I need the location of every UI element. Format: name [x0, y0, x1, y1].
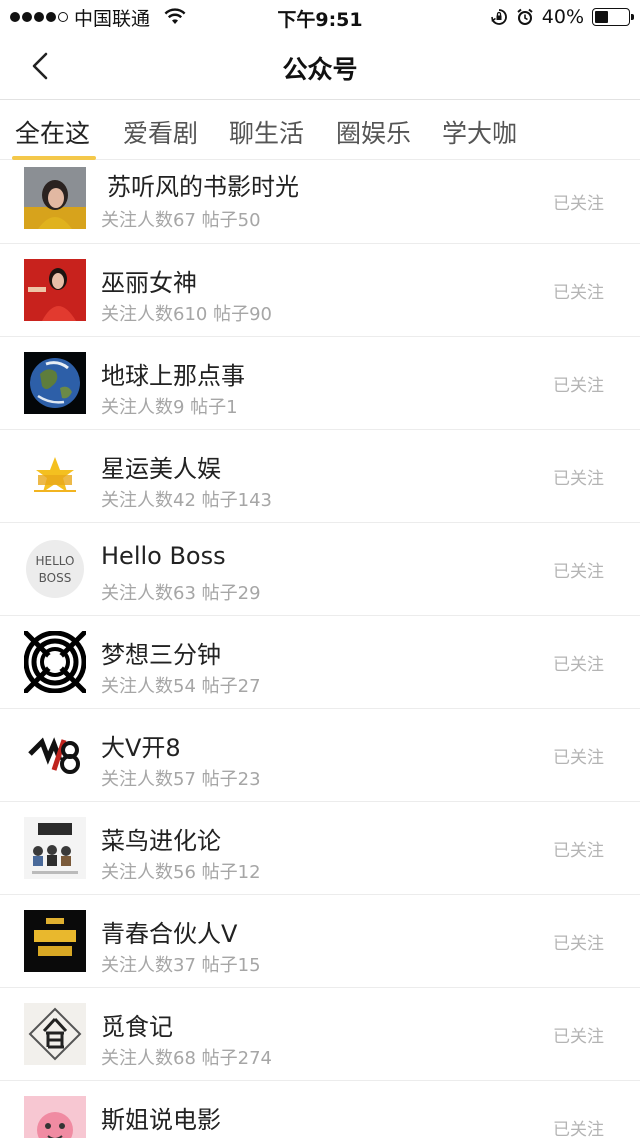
account-stats: 关注人数42 帖子143 [101, 490, 272, 511]
account-name: 菜鸟进化论 [101, 827, 221, 855]
list-item[interactable]: 星运美人娱 关注人数42 帖子143 已关注 [0, 430, 640, 523]
list-item[interactable]: 大V开8 关注人数57 帖子23 已关注 [0, 709, 640, 802]
follow-status-button[interactable]: 已关注 [553, 464, 604, 489]
orientation-lock-icon [490, 9, 507, 25]
list-item[interactable]: 巫丽女神 关注人数610 帖子90 已关注 [0, 244, 640, 337]
account-name: 大V开8 [101, 734, 181, 762]
avatar [24, 817, 86, 879]
account-stats: 关注人数37 帖子15 [101, 955, 261, 976]
avatar-text-line2: BOSS [39, 571, 72, 585]
account-stats: 关注人数67 帖子50 [101, 210, 261, 231]
list-item[interactable]: HELLO BOSS Hello Boss 关注人数63 帖子29 已关注 [0, 523, 640, 616]
account-list: 苏听风的书影时光 关注人数67 帖子50 已关注 巫丽女神 关注人数610 帖子… [0, 161, 640, 1138]
account-stats: 关注人数54 帖子27 [101, 676, 261, 697]
follow-status-button[interactable]: 已关注 [553, 650, 604, 675]
list-item[interactable]: 菜鸟进化论 关注人数56 帖子12 已关注 [0, 802, 640, 895]
list-item[interactable]: 斯姐说电影 已关注 [0, 1081, 640, 1138]
avatar [24, 1003, 86, 1065]
follow-status-button[interactable]: 已关注 [553, 557, 604, 582]
follow-status-button[interactable]: 已关注 [553, 189, 604, 214]
account-name: 地球上那点事 [101, 362, 245, 390]
avatar [24, 1096, 86, 1138]
account-stats: 关注人数68 帖子274 [101, 1048, 272, 1069]
avatar: HELLO BOSS [24, 538, 86, 600]
follow-status-button[interactable]: 已关注 [553, 929, 604, 954]
follow-status-button[interactable]: 已关注 [553, 1115, 604, 1138]
account-name: 苏听风的书影时光 [107, 173, 299, 201]
account-name: 星运美人娱 [101, 455, 221, 483]
account-stats: 关注人数56 帖子12 [101, 862, 261, 883]
tab-all[interactable]: 全在这 [15, 114, 90, 150]
avatar [24, 445, 86, 507]
battery-percent: 40% [541, 6, 584, 28]
tab-drama[interactable]: 爱看剧 [123, 114, 198, 150]
list-item[interactable]: 青春合伙人V 关注人数37 帖子15 已关注 [0, 895, 640, 988]
account-stats: 关注人数63 帖子29 [101, 583, 261, 604]
account-name: 巫丽女神 [101, 269, 197, 297]
list-item[interactable]: 梦想三分钟 关注人数54 帖子27 已关注 [0, 616, 640, 709]
list-item[interactable]: 地球上那点事 关注人数9 帖子1 已关注 [0, 337, 640, 430]
battery-icon [592, 8, 634, 26]
list-item[interactable]: 苏听风的书影时光 关注人数67 帖子50 已关注 [0, 161, 640, 244]
tab-expert[interactable]: 学大咖 [442, 114, 517, 150]
follow-status-button[interactable]: 已关注 [553, 371, 604, 396]
account-name: 梦想三分钟 [101, 641, 221, 669]
tab-life[interactable]: 聊生活 [229, 114, 304, 150]
account-name: 觅食记 [101, 1013, 173, 1041]
category-tabs: 全在这 爱看剧 聊生活 圈娱乐 学大咖 [0, 100, 640, 160]
status-right: 40% [490, 6, 634, 28]
follow-status-button[interactable]: 已关注 [553, 1022, 604, 1047]
page-title: 公众号 [282, 55, 358, 84]
account-stats: 关注人数9 帖子1 [101, 397, 238, 418]
list-item[interactable]: 觅食记 关注人数68 帖子274 已关注 [0, 988, 640, 1081]
avatar [24, 631, 86, 693]
avatar [24, 352, 86, 414]
avatar [24, 724, 86, 786]
avatar [24, 910, 86, 972]
follow-status-button[interactable]: 已关注 [553, 278, 604, 303]
nav-bar: 公众号 [0, 34, 640, 100]
follow-status-button[interactable]: 已关注 [553, 743, 604, 768]
account-name: 青春合伙人V [101, 920, 238, 948]
account-stats: 关注人数57 帖子23 [101, 769, 261, 790]
active-tab-indicator [12, 156, 96, 160]
account-name: Hello Boss [101, 542, 226, 570]
follow-status-button[interactable]: 已关注 [553, 836, 604, 861]
battery-level [595, 11, 608, 23]
alarm-icon [517, 8, 533, 25]
status-bar: 中国联通 下午9:51 40% [0, 0, 640, 34]
account-name: 斯姐说电影 [101, 1106, 221, 1134]
account-stats: 关注人数610 帖子90 [101, 304, 272, 325]
tab-entertainment[interactable]: 圈娱乐 [336, 114, 411, 150]
avatar [24, 259, 86, 321]
avatar-text-line1: HELLO [36, 554, 75, 568]
avatar [24, 167, 86, 229]
